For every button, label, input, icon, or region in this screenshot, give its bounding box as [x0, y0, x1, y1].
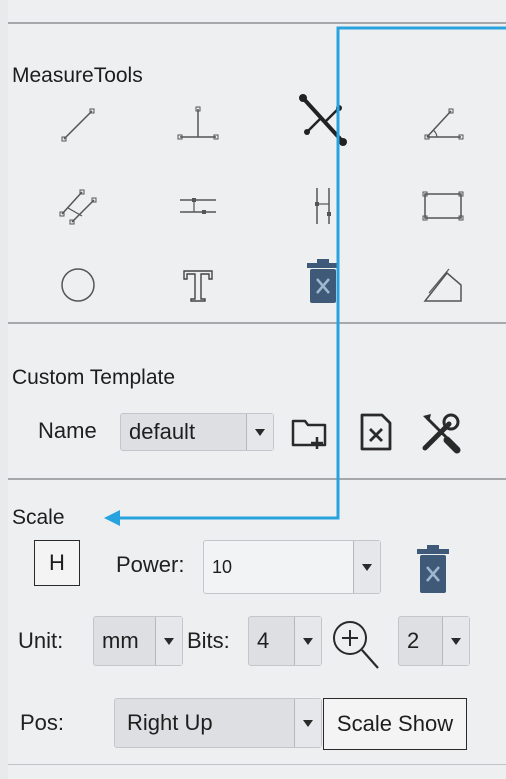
distance-icon [299, 94, 347, 146]
tools-icon [422, 413, 461, 454]
power-value: 10 [212, 556, 233, 577]
angle-icon [424, 108, 464, 140]
pos-value: Right Up [127, 710, 213, 735]
distance-tool[interactable] [288, 90, 358, 150]
zoom-select[interactable]: 2 [398, 616, 470, 666]
scale-title: Scale [12, 506, 65, 529]
chevron-down-icon [294, 699, 321, 747]
template-name-select[interactable]: default [120, 413, 274, 451]
angle-tool[interactable] [408, 95, 478, 155]
template-name-value: default [129, 419, 196, 444]
measure-panel: MeasureTools Custom Template Name defaul… [8, 0, 506, 779]
template-settings-button[interactable] [415, 408, 465, 458]
circle-icon [61, 268, 95, 302]
perpendicular-tool[interactable] [163, 95, 233, 155]
pos-select[interactable]: Right Up [114, 698, 322, 748]
delete-tool[interactable] [288, 252, 358, 312]
horizontal-lines-tool[interactable] [163, 176, 233, 236]
line-icon [61, 108, 95, 142]
divider [8, 478, 506, 480]
rectangle-icon [422, 191, 464, 221]
horizontal-lines-icon [180, 198, 216, 214]
pos-label: Pos: [20, 710, 65, 735]
bits-select[interactable]: 4 [248, 616, 322, 666]
chevron-down-icon [353, 541, 380, 593]
top-divider [8, 22, 506, 24]
custom-template-title: Custom Template [12, 366, 176, 389]
polygon-icon [423, 268, 462, 302]
power-label: Power: [116, 552, 185, 577]
polygon-tool[interactable] [408, 255, 478, 315]
unit-select[interactable]: mm [93, 616, 183, 666]
parallel-lines-icon [59, 189, 97, 225]
chevron-down-icon [294, 617, 321, 665]
divider [8, 322, 506, 324]
text-tool[interactable] [163, 255, 233, 315]
unit-value: mm [102, 628, 139, 653]
vertical-lines-icon [315, 188, 331, 224]
rectangle-tool[interactable] [408, 176, 478, 236]
trash-icon [307, 259, 339, 303]
file-delete-icon [360, 413, 392, 451]
line-tool[interactable] [43, 95, 113, 155]
chevron-down-icon [442, 617, 469, 665]
clear-scale-button[interactable] [410, 540, 456, 600]
bits-label: Bits: [187, 628, 230, 653]
folder-add-icon [291, 419, 327, 449]
zoom-in-icon [333, 621, 379, 669]
delete-template-button[interactable] [353, 408, 399, 456]
perpendicular-icon [177, 106, 219, 140]
name-label: Name [38, 418, 97, 443]
parallel-lines-tool[interactable] [43, 176, 113, 236]
unit-label: Unit: [18, 628, 64, 653]
power-select[interactable]: 10 [203, 540, 381, 594]
chevron-down-icon [246, 414, 273, 450]
zoom-button[interactable] [326, 614, 386, 676]
measure-tools-title: MeasureTools [12, 64, 143, 87]
bits-value: 4 [257, 628, 270, 653]
text-icon [183, 270, 213, 302]
new-template-button[interactable] [286, 408, 334, 456]
chevron-down-icon [155, 617, 182, 665]
zoom-value: 2 [407, 628, 420, 653]
vertical-lines-tool[interactable] [288, 176, 358, 236]
h-toggle-button[interactable]: H [34, 540, 80, 586]
trash-icon [417, 545, 449, 593]
bottom-divider [8, 764, 506, 765]
circle-tool[interactable] [43, 255, 113, 315]
scale-show-button[interactable]: Scale Show [323, 698, 467, 750]
